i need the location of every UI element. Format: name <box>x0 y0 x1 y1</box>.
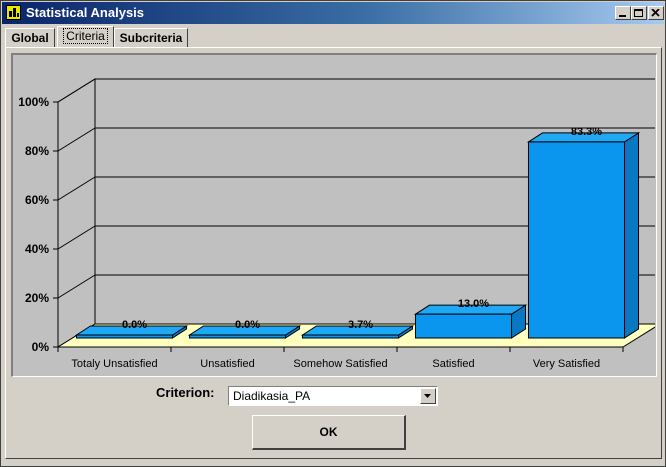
x-tick-label: Satisfied <box>432 358 474 370</box>
app-chart-icon <box>6 5 21 20</box>
y-tick-label: 20% <box>25 291 49 305</box>
x-tick-label: Very Satisfied <box>533 358 600 370</box>
bar-value-label: 13.0% <box>458 298 489 310</box>
ok-button[interactable]: OK <box>252 415 406 450</box>
minimize-icon <box>619 15 626 17</box>
bar-front <box>301 334 400 339</box>
title-bar[interactable]: Statistical Analysis <box>2 2 664 24</box>
bar-5 <box>526 131 641 339</box>
y-tick-label: 80% <box>25 144 49 158</box>
maximize-button[interactable] <box>631 6 647 20</box>
y-tick-label: 100% <box>18 95 49 109</box>
tab-criteria[interactable]: Criteria <box>57 26 114 47</box>
bar-value-label: 0.0% <box>235 319 260 331</box>
y-tick-label: 40% <box>25 242 49 256</box>
y-tick-label: 0% <box>32 340 50 354</box>
bar-front <box>527 141 626 339</box>
bar-chart: 0% 20% 40% 60% 80% 100% Totaly Unsatisfied Unsa… <box>18 78 655 370</box>
x-tick-label: Totaly Unsatisfied <box>71 358 157 370</box>
tab-global[interactable]: Global <box>5 28 55 48</box>
chart-side-wall <box>57 78 96 348</box>
close-button[interactable] <box>648 6 664 20</box>
bar-value-label: 83.3% <box>571 126 602 138</box>
criterion-label: Criterion: <box>156 385 215 400</box>
minimize-button[interactable] <box>615 6 631 20</box>
chart-area: 0% 20% 40% 60% 80% 100% Totaly Unsatisfied Unsa… <box>11 53 657 377</box>
bar-value-label: 3.7% <box>348 319 373 331</box>
criterion-value: Diadikasia_PA <box>233 389 311 403</box>
criterion-select[interactable]: Diadikasia_PA <box>228 386 438 406</box>
x-tick-label: Unsatisfied <box>200 358 254 370</box>
chevron-down-icon <box>424 394 431 398</box>
window-title: Statistical Analysis <box>26 5 145 20</box>
bar-value-label: 0.0% <box>122 319 147 331</box>
x-tick-label: Somehow Satisfied <box>293 358 387 370</box>
dropdown-button[interactable] <box>420 388 436 404</box>
close-icon <box>651 9 660 17</box>
maximize-icon <box>634 9 643 17</box>
bar-front <box>75 334 174 339</box>
tab-subcriteria[interactable]: Subcriteria <box>114 28 188 48</box>
bar-front <box>188 334 287 339</box>
y-tick-label: 60% <box>25 193 49 207</box>
bar-front <box>414 313 513 339</box>
statistical-analysis-window: Statistical Analysis Global Criteria Sub… <box>0 0 666 467</box>
bar-side <box>624 131 640 339</box>
